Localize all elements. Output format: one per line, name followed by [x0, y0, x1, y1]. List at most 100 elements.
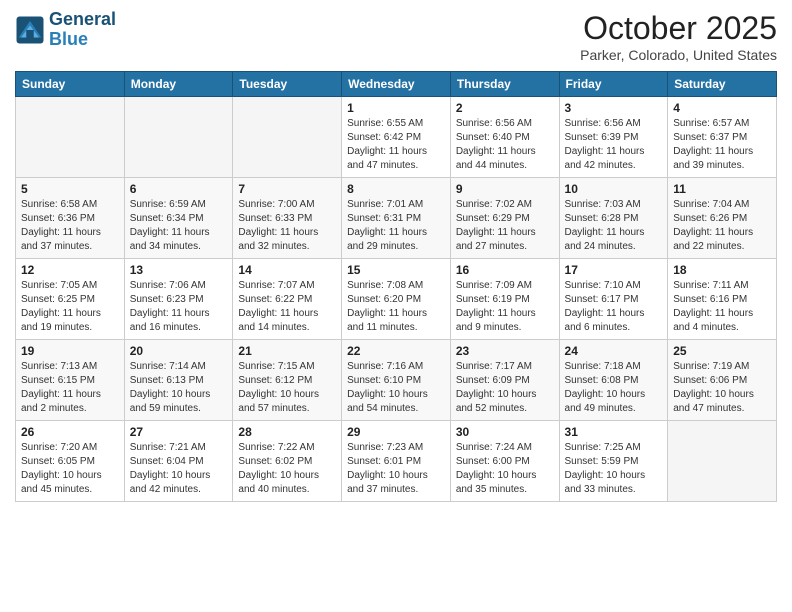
- day-info: Sunrise: 7:04 AM Sunset: 6:26 PM Dayligh…: [673, 198, 771, 254]
- col-thursday: Thursday: [450, 72, 559, 97]
- day-number: 28: [238, 425, 336, 439]
- table-row: 28Sunrise: 7:22 AM Sunset: 6:02 PM Dayli…: [233, 421, 342, 502]
- day-info: Sunrise: 7:17 AM Sunset: 6:09 PM Dayligh…: [456, 360, 554, 416]
- day-info: Sunrise: 7:16 AM Sunset: 6:10 PM Dayligh…: [347, 360, 445, 416]
- table-row: 11 Sunrise: 7:04 AM Sunset: 6:26 PM Dayli…: [668, 178, 777, 259]
- day-info: Sunrise: 6:59 AM Sunset: 6:34 PM Dayligh…: [130, 198, 228, 254]
- day-number: 22: [347, 344, 445, 358]
- day-info: Sunrise: 7:03 AM Sunset: 6:28 PM Dayligh…: [565, 198, 663, 254]
- table-row: [668, 421, 777, 502]
- col-sunday: Sunday: [16, 72, 125, 97]
- day-info: Sunrise: 7:05 AM Sunset: 6:25 PM Dayligh…: [21, 279, 119, 335]
- day-number: 8: [347, 182, 445, 196]
- day-info: Sunrise: 7:01 AM Sunset: 6:31 PM Dayligh…: [347, 198, 445, 254]
- table-row: 9Sunrise: 7:02 AM Sunset: 6:29 PM Daylig…: [450, 178, 559, 259]
- day-info: Sunrise: 7:20 AM Sunset: 6:05 PM Dayligh…: [21, 441, 119, 497]
- logo-icon: [15, 15, 45, 45]
- day-number: 5: [21, 182, 119, 196]
- table-row: 23 Sunrise: 7:17 AM Sunset: 6:09 PM Dayli…: [450, 340, 559, 421]
- page-container: General Blue October 2025 Parker, Colora…: [0, 0, 792, 512]
- day-number: 17: [565, 263, 663, 277]
- table-row: [16, 97, 125, 178]
- table-row: 26 Sunrise: 7:20 AM Sunset: 6:05 PM Dayli…: [16, 421, 125, 502]
- table-row: 30 Sunrise: 7:24 AM Sunset: 6:00 PM Dayli…: [450, 421, 559, 502]
- calendar-week-2: 5Sunrise: 6:58 AM Sunset: 6:36 PM Daylig…: [16, 178, 777, 259]
- table-row: 31Sunrise: 7:25 AM Sunset: 5:59 PM Dayli…: [559, 421, 668, 502]
- location: Parker, Colorado, United States: [580, 47, 777, 63]
- month-title: October 2025: [580, 10, 777, 47]
- day-number: 21: [238, 344, 336, 358]
- col-wednesday: Wednesday: [342, 72, 451, 97]
- day-number: 29: [347, 425, 445, 439]
- table-row: 17 Sunrise: 7:10 AM Sunset: 6:17 PM Dayli…: [559, 259, 668, 340]
- table-row: 7Sunrise: 7:00 AM Sunset: 6:33 PM Daylig…: [233, 178, 342, 259]
- day-info: Sunrise: 7:10 AM Sunset: 6:17 PM Dayligh…: [565, 279, 663, 335]
- table-row: 27 Sunrise: 7:21 AM Sunset: 6:04 PM Dayli…: [124, 421, 233, 502]
- calendar-week-5: 26 Sunrise: 7:20 AM Sunset: 6:05 PM Dayli…: [16, 421, 777, 502]
- table-row: 6 Sunrise: 6:59 AM Sunset: 6:34 PM Daylig…: [124, 178, 233, 259]
- day-number: 9: [456, 182, 554, 196]
- day-number: 13: [130, 263, 228, 277]
- table-row: 5Sunrise: 6:58 AM Sunset: 6:36 PM Daylig…: [16, 178, 125, 259]
- table-row: [233, 97, 342, 178]
- day-number: 12: [21, 263, 119, 277]
- day-number: 24: [565, 344, 663, 358]
- col-saturday: Saturday: [668, 72, 777, 97]
- table-row: 21 Sunrise: 7:15 AM Sunset: 6:12 PM Dayli…: [233, 340, 342, 421]
- day-info: Sunrise: 6:57 AM Sunset: 6:37 PM Dayligh…: [673, 117, 771, 173]
- day-info: Sunrise: 6:56 AM Sunset: 6:40 PM Dayligh…: [456, 117, 554, 173]
- logo: General Blue: [15, 10, 116, 50]
- day-number: 3: [565, 101, 663, 115]
- col-tuesday: Tuesday: [233, 72, 342, 97]
- day-number: 11: [673, 182, 771, 196]
- table-row: 12 Sunrise: 7:05 AM Sunset: 6:25 PM Dayli…: [16, 259, 125, 340]
- table-row: 16 Sunrise: 7:09 AM Sunset: 6:19 PM Dayli…: [450, 259, 559, 340]
- logo-general: General: [49, 9, 116, 29]
- day-info: Sunrise: 7:24 AM Sunset: 6:00 PM Dayligh…: [456, 441, 554, 497]
- day-info: Sunrise: 7:09 AM Sunset: 6:19 PM Dayligh…: [456, 279, 554, 335]
- day-number: 19: [21, 344, 119, 358]
- logo-blue: Blue: [49, 29, 88, 49]
- day-number: 16: [456, 263, 554, 277]
- table-row: 2 Sunrise: 6:56 AM Sunset: 6:40 PM Daylig…: [450, 97, 559, 178]
- day-info: Sunrise: 7:21 AM Sunset: 6:04 PM Dayligh…: [130, 441, 228, 497]
- day-number: 31: [565, 425, 663, 439]
- day-info: Sunrise: 7:18 AM Sunset: 6:08 PM Dayligh…: [565, 360, 663, 416]
- table-row: 25Sunrise: 7:19 AM Sunset: 6:06 PM Dayli…: [668, 340, 777, 421]
- day-number: 30: [456, 425, 554, 439]
- day-number: 26: [21, 425, 119, 439]
- table-row: 14Sunrise: 7:07 AM Sunset: 6:22 PM Dayli…: [233, 259, 342, 340]
- table-row: 18Sunrise: 7:11 AM Sunset: 6:16 PM Dayli…: [668, 259, 777, 340]
- table-row: 4Sunrise: 6:57 AM Sunset: 6:37 PM Daylig…: [668, 97, 777, 178]
- table-row: 10 Sunrise: 7:03 AM Sunset: 6:28 PM Dayli…: [559, 178, 668, 259]
- day-info: Sunrise: 7:23 AM Sunset: 6:01 PM Dayligh…: [347, 441, 445, 497]
- table-row: 29 Sunrise: 7:23 AM Sunset: 6:01 PM Dayli…: [342, 421, 451, 502]
- calendar-header-row: Sunday Monday Tuesday Wednesday Thursday…: [16, 72, 777, 97]
- table-row: 20Sunrise: 7:14 AM Sunset: 6:13 PM Dayli…: [124, 340, 233, 421]
- day-number: 23: [456, 344, 554, 358]
- day-info: Sunrise: 7:06 AM Sunset: 6:23 PM Dayligh…: [130, 279, 228, 335]
- title-block: October 2025 Parker, Colorado, United St…: [580, 10, 777, 63]
- table-row: 22 Sunrise: 7:16 AM Sunset: 6:10 PM Dayli…: [342, 340, 451, 421]
- calendar-week-4: 19Sunrise: 7:13 AM Sunset: 6:15 PM Dayli…: [16, 340, 777, 421]
- table-row: 1 Sunrise: 6:55 AM Sunset: 6:42 PM Daylig…: [342, 97, 451, 178]
- day-number: 6: [130, 182, 228, 196]
- day-number: 1: [347, 101, 445, 115]
- day-info: Sunrise: 6:55 AM Sunset: 6:42 PM Dayligh…: [347, 117, 445, 173]
- day-number: 2: [456, 101, 554, 115]
- day-number: 27: [130, 425, 228, 439]
- day-info: Sunrise: 7:07 AM Sunset: 6:22 PM Dayligh…: [238, 279, 336, 335]
- day-number: 15: [347, 263, 445, 277]
- page-header: General Blue October 2025 Parker, Colora…: [15, 10, 777, 63]
- day-info: Sunrise: 7:14 AM Sunset: 6:13 PM Dayligh…: [130, 360, 228, 416]
- day-info: Sunrise: 6:56 AM Sunset: 6:39 PM Dayligh…: [565, 117, 663, 173]
- table-row: 13 Sunrise: 7:06 AM Sunset: 6:23 PM Dayli…: [124, 259, 233, 340]
- day-number: 10: [565, 182, 663, 196]
- table-row: 24 Sunrise: 7:18 AM Sunset: 6:08 PM Dayli…: [559, 340, 668, 421]
- col-friday: Friday: [559, 72, 668, 97]
- day-number: 25: [673, 344, 771, 358]
- col-monday: Monday: [124, 72, 233, 97]
- day-info: Sunrise: 7:15 AM Sunset: 6:12 PM Dayligh…: [238, 360, 336, 416]
- day-number: 18: [673, 263, 771, 277]
- day-info: Sunrise: 7:08 AM Sunset: 6:20 PM Dayligh…: [347, 279, 445, 335]
